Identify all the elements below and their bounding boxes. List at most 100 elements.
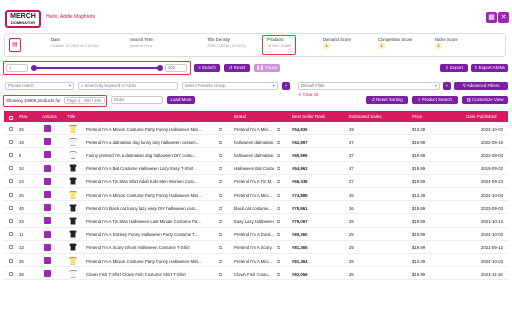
header-bsr[interactable]: Best Seller Rank [292,114,326,119]
header-title[interactable]: Title [67,114,75,119]
product-title[interactable]: Pretend I'm black cat funny lazy easy DI… [86,206,226,211]
product-thumbnail[interactable] [69,137,77,146]
product-thumbnail[interactable] [69,216,77,225]
row-checkbox[interactable] [9,192,13,197]
product-brand[interactable]: black cat costume... [234,206,274,211]
product-thumbnail[interactable] [69,124,77,133]
row-actions-button[interactable] [44,270,51,278]
product-brand[interactable]: Pretend I'm A Donk... [234,232,274,237]
table-row[interactable]: 26 Pretend I'm A Minion Costume Party Fun… [4,254,508,268]
product-brand[interactable]: Halloween Bat Costu... [234,166,274,171]
row-actions-button[interactable] [44,243,51,251]
grid-menu-button[interactable]: ▦ [486,12,497,23]
table-row[interactable]: 26 Pretend I'm A Minion Costume Party Fun… [4,122,508,136]
table-row[interactable]: 33 Pretend I'm A Tin Man Halloween Last M… [4,214,508,228]
app-logo[interactable]: MERCH DOMINATOR [5,10,41,28]
header-date-published[interactable]: Date Published [466,114,497,119]
product-brand[interactable]: Pretend I'm A Mini... [234,127,274,132]
product-title[interactable]: Pretend I'm A Tin Man Shirt Adult Kids M… [86,179,226,184]
copy-brand-icon[interactable]: ⧉ [277,140,280,145]
search-button[interactable]: ⌕ Search [194,64,220,72]
row-checkbox[interactable] [9,245,13,250]
row-actions-button[interactable] [44,217,51,225]
product-title[interactable]: Pretend I'm A Minion Costume Party Funny… [86,127,226,132]
table-row[interactable]: 11 Pretend I'm A Donkey Funny Halloween P… [4,228,508,241]
keyword-search-input[interactable]: ⌕ Search by keyword or ASIN [78,82,178,90]
reset-button[interactable]: ↺ Reset [224,64,250,72]
range-max-input[interactable]: 400 [165,64,187,72]
copy-title-icon[interactable]: ⧉ [219,166,222,171]
table-row[interactable]: 9 Funny pretend I'm a dalmatian dog hallo… [4,148,508,162]
copy-brand-icon[interactable]: ⧉ [277,259,280,264]
row-checkbox[interactable] [9,139,13,144]
clear-all-link[interactable]: ✕ Clear All [298,92,318,97]
copy-brand-icon[interactable]: ⧉ [277,272,280,277]
product-brand[interactable]: halloween dalmatian... [234,140,274,145]
table-row[interactable]: 24 Pretend I'm A Bat Costume Halloween La… [4,162,508,175]
product-thumbnail[interactable] [69,177,77,186]
product-title[interactable]: Pretend I'm A Tin Man Halloween Last Min… [86,219,226,224]
product-thumbnail[interactable] [69,203,77,212]
product-thumbnail[interactable] [69,256,77,265]
row-checkbox[interactable] [9,179,13,184]
pause-button[interactable]: ❚❚ Pause [254,64,280,72]
product-title[interactable]: Pretend I'm A Minion Costume Party Funny… [86,259,226,264]
row-checkbox[interactable] [9,152,13,157]
copy-brand-icon[interactable]: ⧉ [277,219,280,224]
export-asins-button[interactable]: ⇪ Export ASINs [471,64,508,72]
copy-title-icon[interactable]: ⧉ [219,259,222,264]
header-number[interactable]: #No. [19,114,29,119]
row-actions-button[interactable] [44,204,51,212]
product-title[interactable]: Pretend I'm a dalmatian dog funny lazy h… [86,140,226,145]
row-actions-button[interactable] [44,177,51,185]
product-brand[interactable]: Pretend I'm A Tin M... [234,179,274,184]
header-estimated-sales[interactable]: Estimated Sales [349,114,382,119]
copy-brand-icon[interactable]: ⧉ [277,179,280,184]
copy-title-icon[interactable]: ⧉ [219,272,222,277]
product-search-button[interactable]: ⌕ Product Search [412,96,458,104]
range-slider-min-handle[interactable] [31,65,37,71]
product-brand[interactable]: Pretend I'm A Mini... [234,193,274,198]
header-price[interactable]: Price [412,114,422,119]
row-checkbox[interactable] [9,258,13,263]
copy-title-icon[interactable]: ⧉ [219,245,222,250]
product-brand[interactable]: Clown Fish Costu... [234,272,274,277]
row-actions-button[interactable] [44,257,51,264]
row-checkbox[interactable] [9,271,13,276]
copy-title-icon[interactable]: ⧉ [219,127,222,132]
phrase-match-select[interactable]: Phrase match ▾ [5,82,74,90]
add-favorite-button[interactable]: + [282,82,290,90]
favorite-group-select[interactable]: Select Favorite Group ▾ [182,82,278,90]
copy-brand-icon[interactable]: ⧉ [277,193,280,198]
product-thumbnail[interactable] [69,164,77,173]
copy-title-icon[interactable]: ⧉ [219,153,222,158]
product-thumbnail[interactable] [69,190,77,199]
row-actions-button[interactable] [44,164,51,172]
order-input[interactable]: Order [111,96,163,104]
copy-title-icon[interactable]: ⧉ [219,219,222,224]
product-title[interactable]: Pretend I'm A Bat Costume Halloween Lazy… [86,166,226,171]
product-thumbnail[interactable] [69,150,77,159]
copy-brand-icon[interactable]: ⧉ [277,166,280,171]
row-actions-button[interactable] [44,230,51,238]
product-brand[interactable]: Easy Lazy Halloween... [234,219,274,224]
table-row[interactable]: 19 Pretend I'm a dalmatian dog funny lazy… [4,135,508,149]
copy-title-icon[interactable]: ⧉ [219,193,222,198]
copy-brand-icon[interactable]: ⧉ [277,232,280,237]
product-brand[interactable]: Pretend I'm A Mini... [234,259,274,264]
reset-sorting-button[interactable]: ↺ Reset Sorting [366,96,408,104]
add-filter-button[interactable]: + [443,82,451,90]
product-title[interactable]: Pretend I'm A Scary Ghost Halloween Cost… [86,245,226,250]
row-actions-button[interactable] [44,125,51,132]
customize-view-button[interactable]: ▥ Customize View [462,96,508,104]
copy-title-icon[interactable]: ⧉ [219,179,222,184]
table-row[interactable]: 26 Pretend I'm A Minion Costume Party Fun… [4,188,508,202]
row-checkbox[interactable] [9,218,13,223]
copy-brand-icon[interactable]: ⧉ [277,206,280,211]
default-filter-select[interactable]: Default Filter ▾ [298,82,440,90]
copy-brand-icon[interactable]: ⧉ [277,127,280,132]
range-min-input[interactable]: 1 [6,64,28,72]
load-more-button[interactable]: Load More [167,96,195,104]
export-button[interactable]: ⇪ Export [440,64,468,72]
range-slider-max-handle[interactable] [157,65,163,71]
